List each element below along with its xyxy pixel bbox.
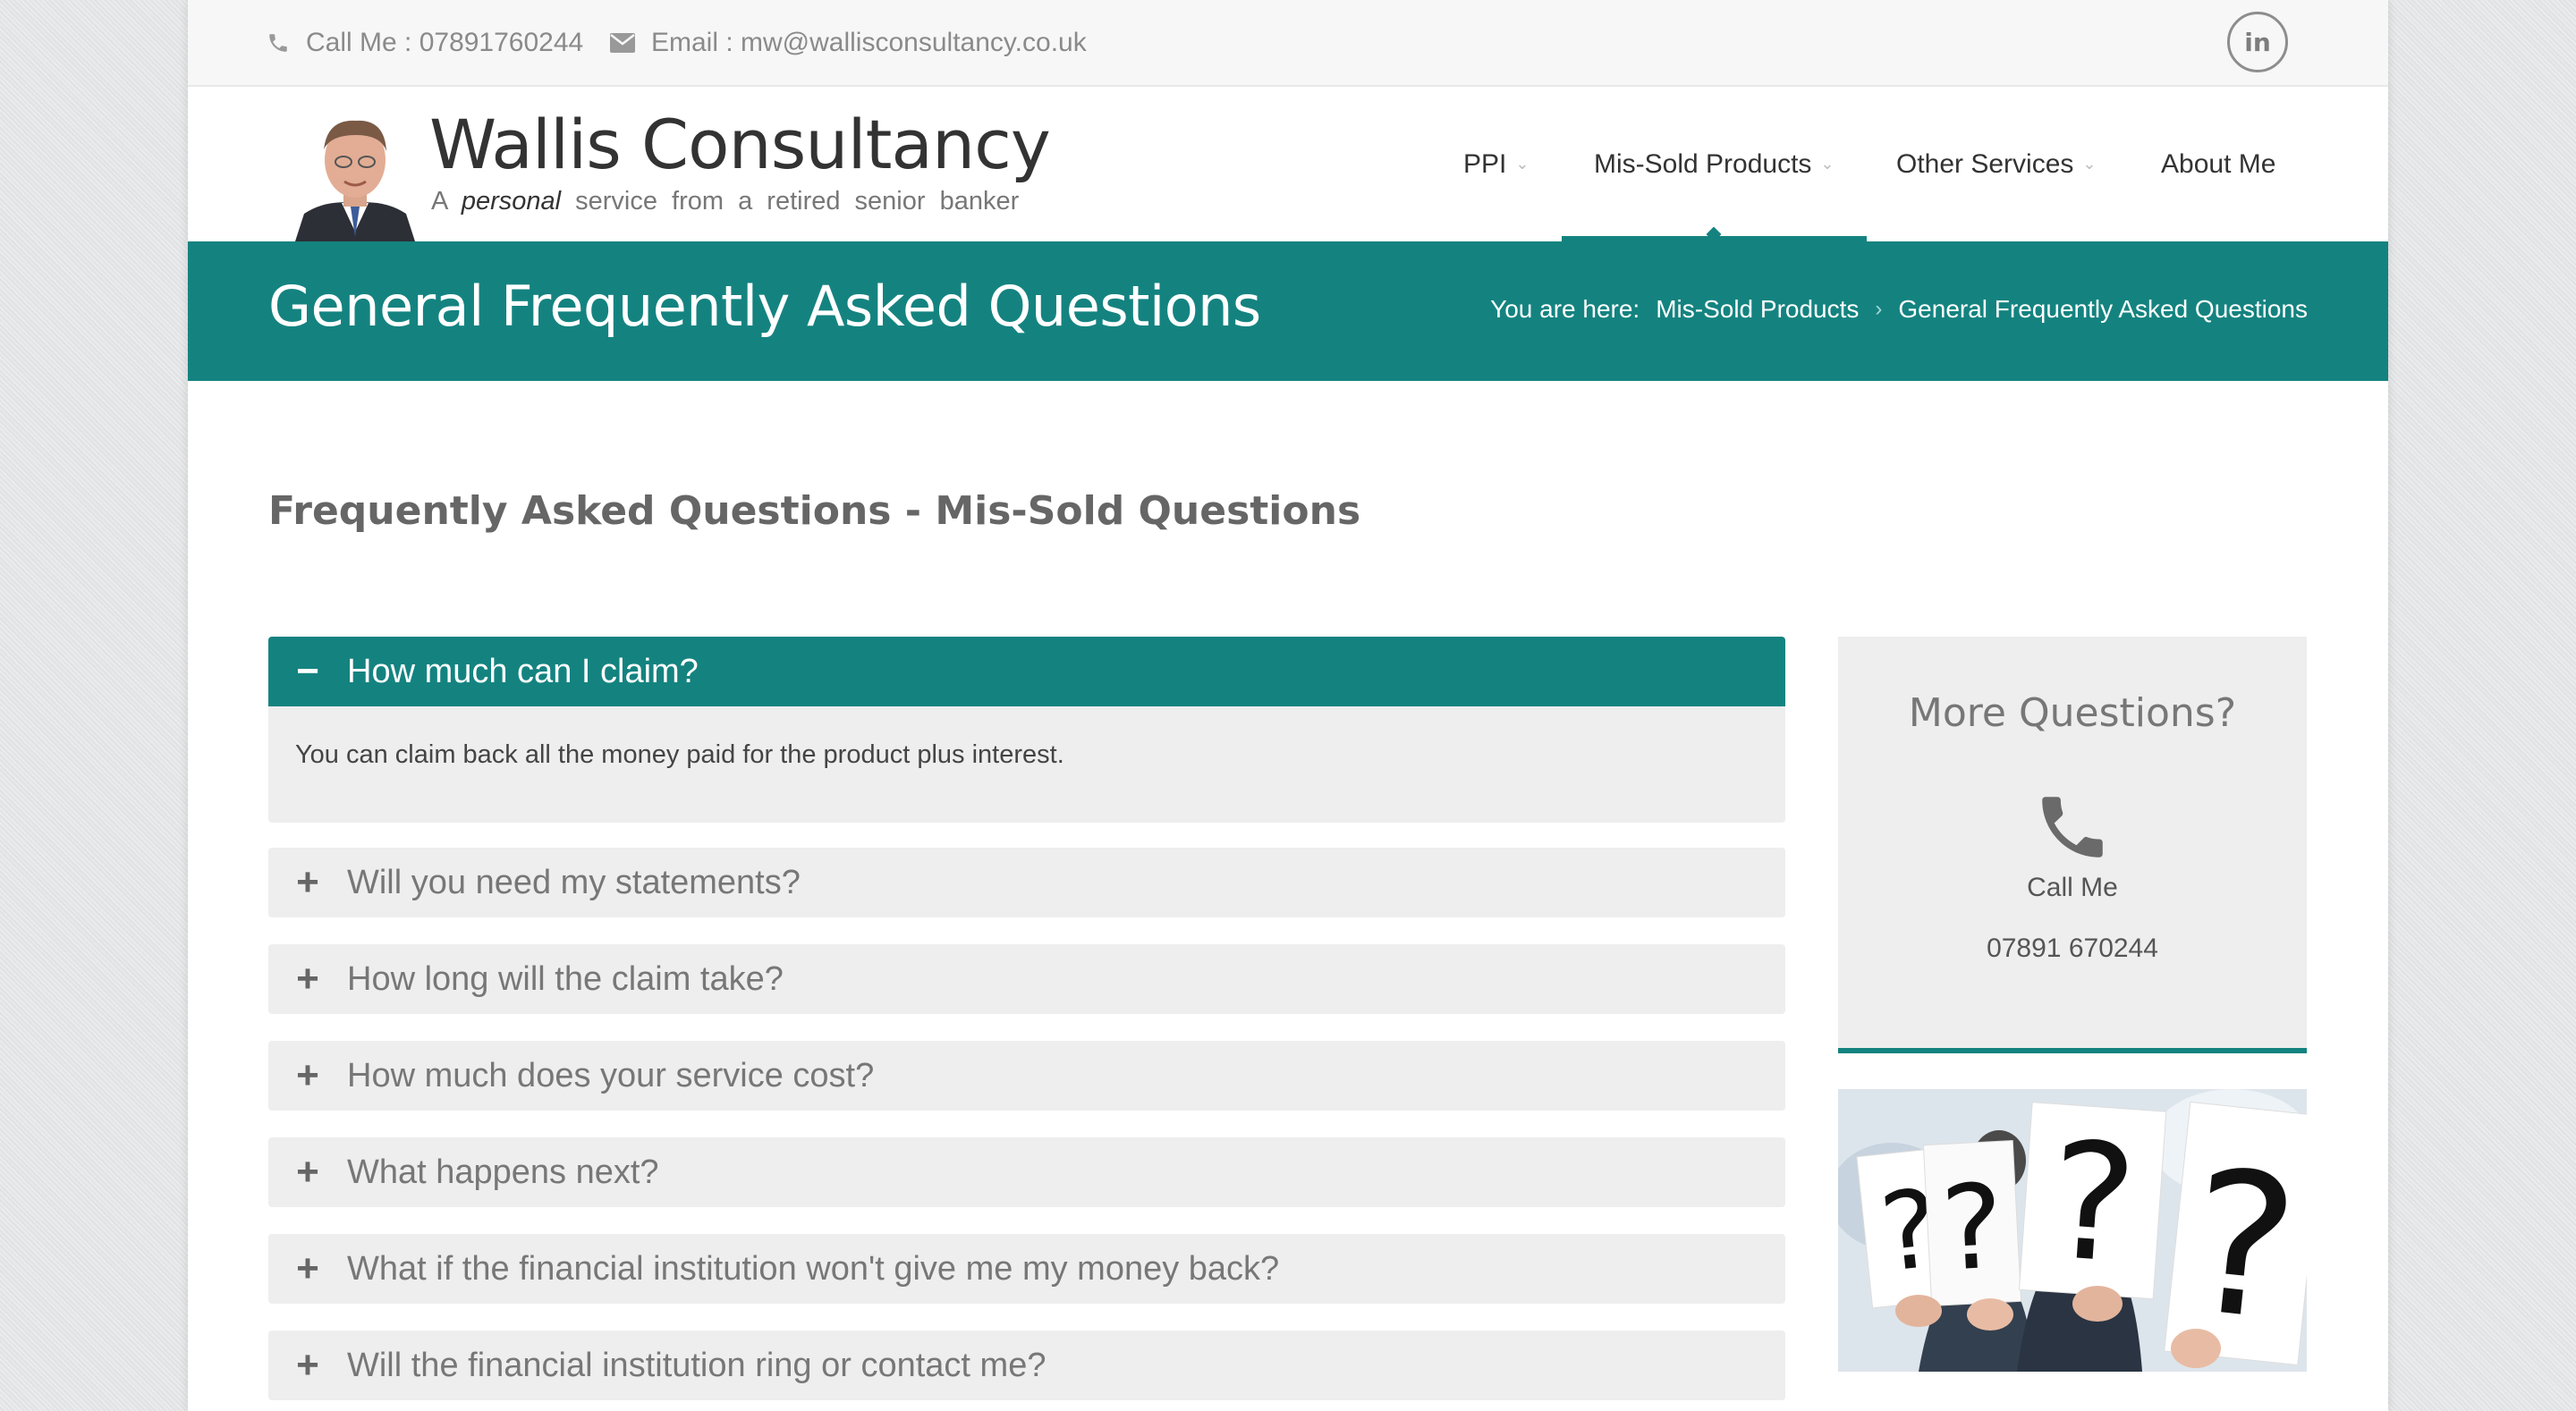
faq-question-header[interactable]: + What happens next? — [268, 1137, 1785, 1207]
faq-accordion: − How much can I claim? You can claim ba… — [268, 637, 1785, 1411]
nav-item-ppi[interactable]: PPI ⌄ — [1463, 87, 1529, 241]
faq-item: + What happens next? — [268, 1137, 1785, 1207]
nav-item-mis-sold-products[interactable]: Mis-Sold Products ⌄ — [1562, 87, 1867, 241]
faq-item: + Will the financial institution ring or… — [268, 1331, 1785, 1400]
nav-label-mis-sold-products: Mis-Sold Products — [1594, 148, 1812, 179]
faq-question: How long will the claim take? — [347, 959, 784, 998]
svg-text:?: ? — [2043, 1108, 2141, 1300]
plus-icon: + — [296, 957, 319, 1001]
call-me-label[interactable]: Call Me — [1838, 873, 2307, 903]
section-heading: Frequently Asked Questions - Mis-Sold Qu… — [268, 488, 1361, 534]
site-header: Wallis Consultancy A personal service fr… — [188, 87, 2388, 241]
faq-item: + Will you need my statements? — [268, 848, 1785, 917]
faq-answer: You can claim back all the money paid fo… — [268, 706, 1785, 823]
plus-icon: + — [296, 1053, 319, 1097]
contact-phone[interactable]: Call Me : 07891760244 — [267, 0, 583, 85]
plus-icon: + — [296, 1150, 319, 1194]
sidebar-phone-number[interactable]: 07891 670244 — [1838, 934, 2307, 964]
faq-item: + What if the financial institution won'… — [268, 1234, 1785, 1304]
breadcrumb-item[interactable]: Mis-Sold Products — [1656, 295, 1859, 324]
breadcrumb: You are here: Mis-Sold Products › Genera… — [1490, 295, 2308, 324]
faq-question: Will the financial institution ring or c… — [347, 1346, 1046, 1384]
envelope-icon — [610, 32, 635, 53]
nav-label-about-me: About Me — [2161, 148, 2276, 179]
title-bar: General Frequently Asked Questions You a… — [188, 241, 2388, 381]
more-questions-box: More Questions? Call Me 07891 670244 — [1838, 637, 2307, 1053]
page-title: General Frequently Asked Questions — [268, 274, 1261, 339]
phone-icon — [269, 33, 287, 52]
faq-question: What if the financial institution won't … — [347, 1249, 1280, 1288]
nav-item-other-services[interactable]: Other Services ⌄ — [1896, 87, 2097, 241]
contact-email[interactable]: Email : mw@wallisconsultancy.co.uk — [610, 0, 1087, 85]
chevron-right-icon: › — [1875, 297, 1883, 321]
breadcrumb-label: You are here: — [1490, 295, 1640, 323]
minus-icon: − — [296, 649, 319, 693]
top-bar: Call Me : 07891760244 Email : mw@wallisc… — [188, 0, 2388, 87]
linkedin-label: in — [2244, 27, 2271, 57]
nav-label-other-services: Other Services — [1896, 148, 2074, 179]
email-text: Email : mw@wallisconsultancy.co.uk — [651, 27, 1087, 57]
more-questions-title: More Questions? — [1908, 690, 2237, 736]
nav-item-about-me[interactable]: About Me — [2161, 87, 2275, 241]
plus-icon: + — [296, 860, 319, 904]
phone-icon — [2042, 797, 2103, 858]
page: Call Me : 07891760244 Email : mw@wallisc… — [188, 0, 2388, 1411]
linkedin-icon[interactable]: in — [2227, 12, 2288, 72]
faq-question: What happens next? — [347, 1153, 659, 1191]
faq-question-header[interactable]: − How much can I claim? — [268, 637, 1785, 706]
chevron-down-icon: ⌄ — [2082, 155, 2097, 173]
faq-question-header[interactable]: + Will you need my statements? — [268, 848, 1785, 917]
faq-question: How much does your service cost? — [347, 1056, 875, 1094]
faq-question-header[interactable]: + What if the financial institution won'… — [268, 1234, 1785, 1304]
chevron-down-icon: ⌄ — [1820, 155, 1835, 173]
faq-item: + How long will the claim take? — [268, 944, 1785, 1014]
faq-question-header[interactable]: + How long will the claim take? — [268, 944, 1785, 1014]
plus-icon: + — [296, 1246, 319, 1290]
main-nav: PPI ⌄ Mis-Sold Products ⌄ Other Services… — [188, 87, 2388, 241]
plus-icon: + — [296, 1343, 319, 1387]
nav-label-ppi: PPI — [1463, 148, 1507, 179]
faq-question-header[interactable]: + Will the financial institution ring or… — [268, 1331, 1785, 1400]
breadcrumb-item-current: General Frequently Asked Questions — [1898, 295, 2308, 323]
question-marks-image: ? ? ? ? — [1838, 1089, 2307, 1372]
faq-item: − How much can I claim? You can claim ba… — [268, 637, 1785, 823]
faq-question: Will you need my statements? — [347, 863, 801, 901]
svg-text:?: ? — [1938, 1158, 2007, 1297]
chevron-down-icon: ⌄ — [1515, 155, 1530, 173]
faq-item: + How much does your service cost? — [268, 1041, 1785, 1111]
faq-question-header[interactable]: + How much does your service cost? — [268, 1041, 1785, 1111]
faq-question: How much can I claim? — [347, 652, 699, 690]
phone-text: Call Me : 07891760244 — [306, 27, 584, 57]
